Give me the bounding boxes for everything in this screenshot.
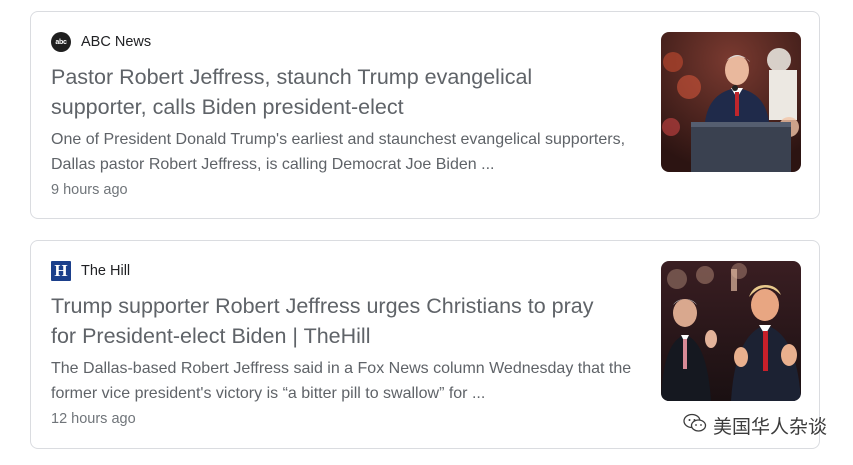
news-snippet: One of President Donald Trump's earliest… xyxy=(51,131,626,173)
news-source-name: ABC News xyxy=(81,34,152,50)
news-headline-link[interactable]: Pastor Robert Jeffress, staunch Trump ev… xyxy=(51,62,611,122)
the-hill-logo-icon: H xyxy=(51,261,71,281)
two-men-applauding-photo xyxy=(661,261,801,401)
abc-news-logo-icon: abc xyxy=(51,32,71,52)
news-thumbnail-image[interactable] xyxy=(661,261,801,401)
wechat-icon xyxy=(683,413,707,439)
news-source-name: The Hill xyxy=(81,263,131,279)
news-result-card[interactable]: abc ABC News Pastor Robert Jeffress, sta… xyxy=(30,11,820,219)
news-snippet: The Dallas-based Robert Jeffress said in… xyxy=(51,360,632,402)
news-thumbnail-image[interactable] xyxy=(661,32,801,172)
news-source-row: H The Hill xyxy=(51,261,130,281)
watermark-text: 美国华人杂谈 xyxy=(712,417,827,438)
news-source-row: abc ABC News xyxy=(51,32,151,52)
wechat-watermark: 美国华人杂谈 xyxy=(683,412,827,439)
news-headline-link[interactable]: Trump supporter Robert Jeffress urges Ch… xyxy=(51,291,611,351)
news-timestamp: 9 hours ago xyxy=(51,182,128,198)
pastor-at-podium-photo xyxy=(661,32,801,172)
news-timestamp: 12 hours ago xyxy=(51,411,136,427)
